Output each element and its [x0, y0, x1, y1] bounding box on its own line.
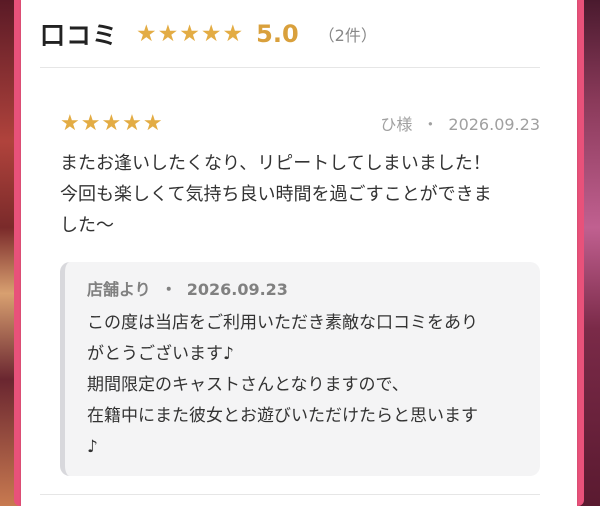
review-date: 2026.09.23: [448, 115, 540, 134]
review-author: ひ様: [380, 115, 413, 134]
reply-line: がとうございます♪: [87, 344, 234, 364]
divider: [40, 494, 540, 495]
review-line: した〜: [60, 215, 114, 236]
review-stars-icon: ★★★★★: [60, 110, 164, 136]
reply-from: 店舗より: [87, 280, 151, 299]
review-item: ★★★★★ ひ様・ 2026.09.23 またお逢いしたくなり、リピートしてしまい…: [60, 108, 540, 241]
reply-date: 2026.09.23: [186, 280, 288, 299]
page-title: 口コミ: [40, 21, 119, 50]
reply-line: ♪: [87, 437, 98, 457]
reply-separator: ・: [160, 280, 177, 299]
review-count: （2件）: [318, 26, 377, 45]
meta-separator: ・: [422, 115, 439, 134]
shop-reply: 店舗より・ 2026.09.23 この度は当店をご利用いただき素敵な口コミをあり …: [60, 262, 540, 476]
reply-header: 店舗より・ 2026.09.23: [87, 276, 288, 300]
reply-body: この度は当店をご利用いただき素敵な口コミをあり がとうございます♪ 期間限定のキ…: [87, 308, 527, 463]
review-meta-row: ★★★★★ ひ様・ 2026.09.23: [60, 108, 540, 138]
reviews-header: 口コミ ★★★★★ 5.0 （2件）: [40, 14, 540, 54]
review-line: またお逢いしたくなり、リピートしてしまいました！: [60, 153, 491, 174]
divider: [40, 67, 540, 68]
reply-line: 在籍中にまた彼女とお遊びいただけたらと思います: [87, 406, 478, 426]
review-line: 今回も楽しくて気持ち良い時間を過ごすことができま: [60, 184, 492, 205]
reply-line: この度は当店をご利用いただき素敵な口コミをあり: [87, 313, 478, 333]
reply-line: 期間限定のキャストさんとなりますので、: [87, 375, 409, 395]
rating-stars-icon: ★★★★★: [136, 21, 245, 47]
review-body: またお逢いしたくなり、リピートしてしまいました！ 今回も楽しくて気持ち良い時間を…: [60, 148, 540, 241]
review-meta: ひ様・ 2026.09.23: [380, 111, 540, 135]
rating-score: 5.0: [256, 20, 299, 48]
